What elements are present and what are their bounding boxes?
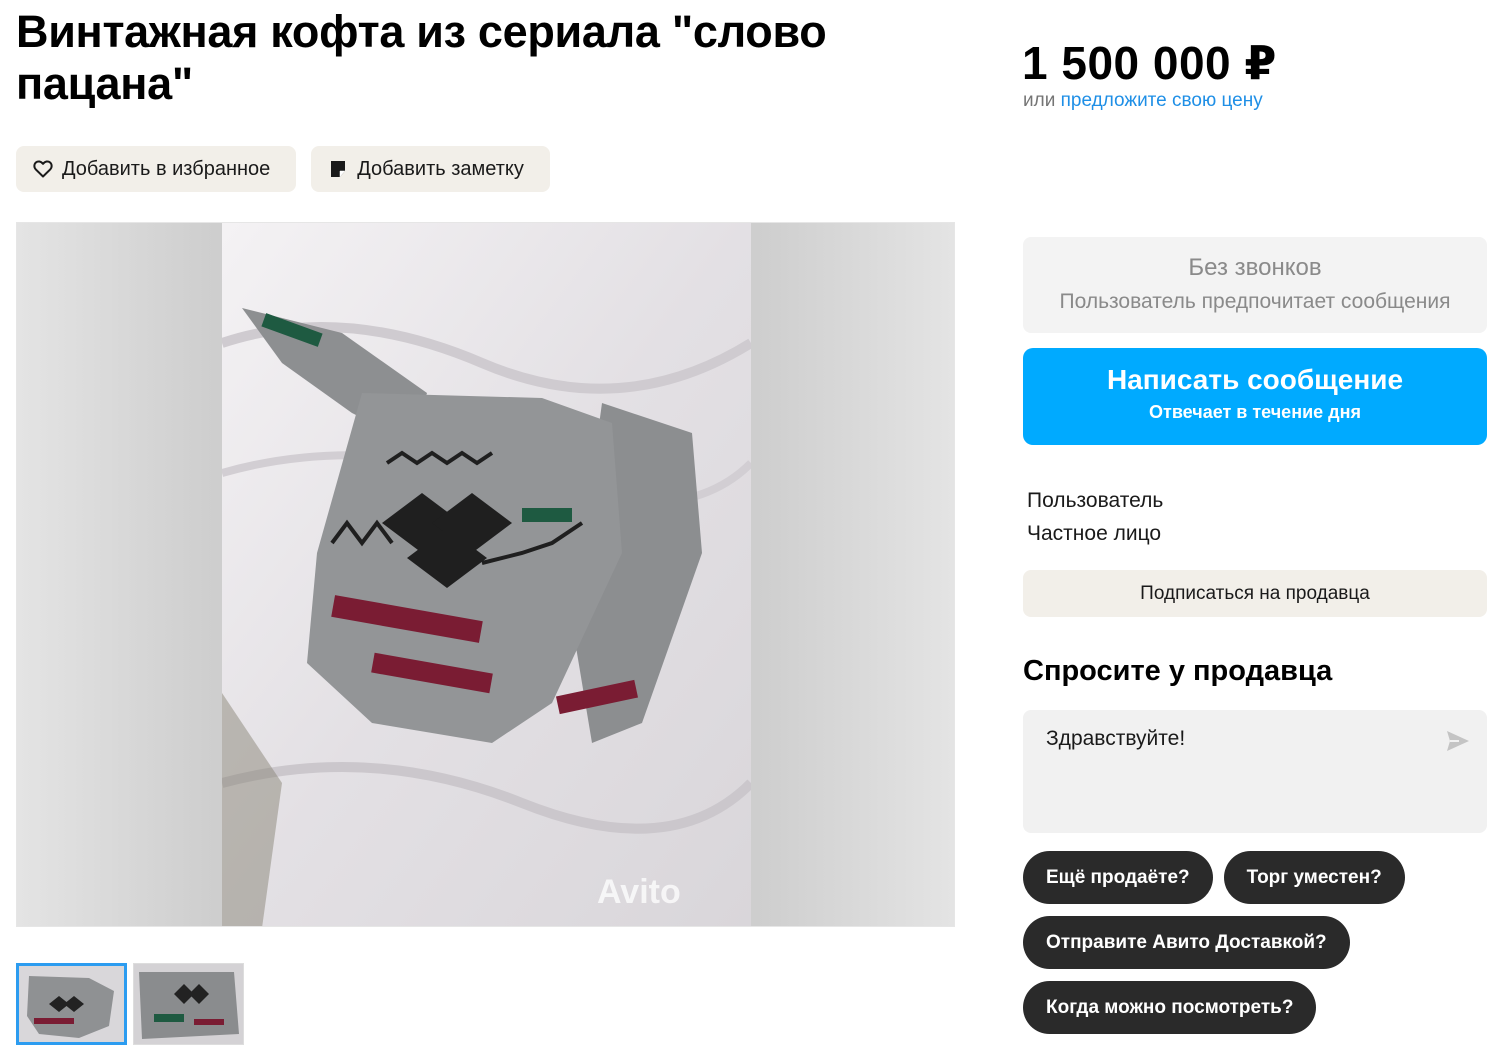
seller-name[interactable]: Пользователь [1027, 484, 1163, 517]
avito-watermark: Avito [597, 873, 681, 911]
subscribe-seller-button[interactable]: Подписаться на продавца [1023, 570, 1487, 617]
quick-question-chip[interactable]: Торг уместен? [1223, 851, 1405, 904]
response-time-label: Отвечает в течение дня [1149, 402, 1361, 422]
offer-price-link[interactable]: предложите свою цену [1061, 90, 1263, 111]
heart-icon [32, 158, 54, 180]
seller-info: Пользователь Частное лицо [1027, 484, 1163, 550]
thumbnail-image [19, 966, 124, 1042]
listing-title: Винтажная кофта из сериала "слово пацана… [16, 6, 827, 109]
ask-seller-title: Спросите у продавца [1023, 655, 1333, 687]
quick-question-chip[interactable]: Отправите Авито Доставкой? [1023, 916, 1350, 969]
price: 1 500 000 ₽ [1022, 37, 1277, 89]
note-icon [327, 158, 349, 180]
thumbnail-strip [16, 963, 244, 1045]
ask-seller-box: Здравствуйте! [1023, 710, 1487, 833]
add-note-button[interactable]: Добавить заметку [311, 146, 550, 192]
no-calls-title: Без звонков [1188, 254, 1322, 281]
listing-actions: Добавить в избранное Добавить заметку [16, 146, 550, 192]
quick-question-chip[interactable]: Ещё продаёте? [1023, 851, 1213, 904]
write-message-button[interactable]: Написать сообщение Отвечает в течение дн… [1023, 348, 1487, 445]
write-message-label: Написать сообщение [1106, 364, 1404, 395]
ask-message-input[interactable]: Здравствуйте! [1023, 710, 1443, 833]
thumbnail[interactable] [16, 963, 127, 1045]
main-photo-gallery[interactable]: Avito [16, 222, 955, 927]
quick-question-chip[interactable]: Когда можно посмотреть? [1023, 981, 1317, 1034]
thumbnail-image [134, 964, 243, 1044]
price-offer: или предложите свою цену [1023, 90, 1263, 112]
seller-type: Частное лицо [1027, 522, 1162, 545]
sweater-photo [222, 223, 751, 926]
add-note-label: Добавить заметку [357, 157, 524, 180]
no-calls-notice: Без звонков Пользователь предпочитает со… [1023, 237, 1487, 333]
thumbnail[interactable] [133, 963, 244, 1045]
no-calls-subtitle: Пользователь предпочитает сообщения [1059, 290, 1451, 313]
send-icon[interactable] [1445, 728, 1471, 754]
quick-questions: Ещё продаёте? Торг уместен? Отправите Ав… [1023, 851, 1493, 1046]
add-to-favorites-button[interactable]: Добавить в избранное [16, 146, 297, 192]
offer-prefix: или [1023, 90, 1056, 111]
add-to-favorites-label: Добавить в избранное [62, 157, 271, 180]
